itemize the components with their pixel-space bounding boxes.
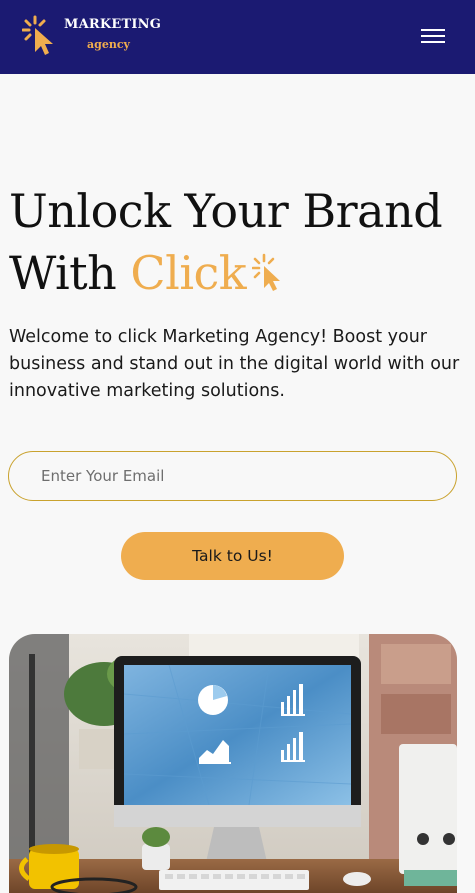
hero-workspace-image (9, 634, 457, 893)
email-input[interactable] (9, 452, 456, 500)
top-navbar: MARKETING agency (0, 0, 475, 74)
hamburger-menu-icon[interactable] (418, 25, 448, 47)
hero-title-accent: Click (130, 246, 247, 300)
hero-title-line1: Unlock Your Brand (9, 184, 443, 238)
cursor-click-icon (252, 253, 281, 291)
logo-subtitle: agency (87, 38, 130, 51)
email-field-container (8, 451, 457, 501)
hero-title: Unlock Your Brand With Click (9, 180, 469, 304)
brand-logo[interactable]: MARKETING agency (22, 14, 172, 58)
cursor-click-icon (22, 15, 53, 55)
logo-title: MARKETING (64, 17, 162, 32)
hero-title-prefix: With (9, 246, 131, 300)
workspace-illustration (9, 634, 457, 893)
hero-description: Welcome to click Marketing Agency! Boost… (9, 327, 460, 401)
talk-to-us-button[interactable]: Talk to Us! (121, 532, 344, 580)
